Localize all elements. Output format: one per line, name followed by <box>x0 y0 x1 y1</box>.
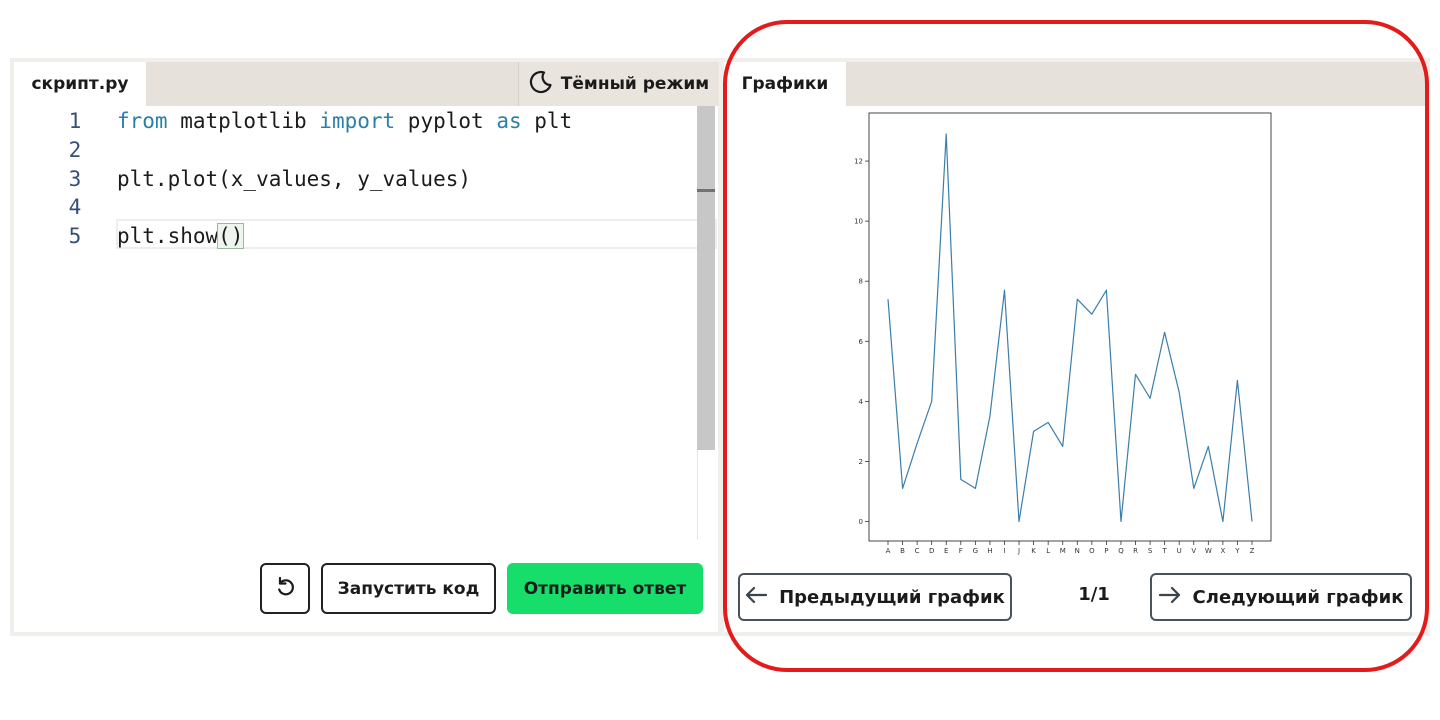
x-tick-label: P <box>1104 547 1108 555</box>
code-keyword: as <box>496 108 522 133</box>
x-tick-label: N <box>1075 547 1080 555</box>
line-number: 3 <box>68 166 82 191</box>
code-line[interactable]: 1 from matplotlib import pyplot as plt <box>14 106 698 135</box>
line-chart: 0 2 4 6 8 10 12 A B C D E F G H I J K L M N O P Q R S T U V W X Y Z <box>854 112 1272 555</box>
code-text: from matplotlib import pyplot as plt <box>117 109 572 133</box>
dark-mode-label: Тёмный режим <box>560 74 710 94</box>
x-tick-label: V <box>1191 547 1196 555</box>
dark-mode-toggle[interactable]: Тёмный режим <box>518 62 719 106</box>
graph-counter: 1/1 <box>1078 584 1110 605</box>
x-tick-label: H <box>987 547 992 555</box>
line-number: 2 <box>68 137 82 162</box>
next-graph-button[interactable]: Следующий график <box>1150 573 1412 621</box>
x-tick-label: Z <box>1250 547 1255 555</box>
tab-script-file[interactable]: скрипт.ру <box>14 62 146 106</box>
previous-graph-label: Предыдущий график <box>779 586 1005 608</box>
y-tick-label: 4 <box>859 398 864 406</box>
reset-code-button[interactable] <box>260 563 310 614</box>
y-tick-label: 2 <box>859 458 863 466</box>
arrow-right-icon <box>1158 586 1181 609</box>
arrow-left-icon <box>745 586 768 609</box>
code-token: plt.show <box>117 223 219 248</box>
x-tick-label: G <box>973 547 978 555</box>
x-tick-label: T <box>1161 547 1167 555</box>
y-tick-label: 10 <box>854 218 863 226</box>
x-tick-label: O <box>1089 547 1095 555</box>
next-graph-label: Следующий график <box>1192 586 1404 608</box>
editor-scrollbar-thumb[interactable] <box>697 106 715 450</box>
editor-divider <box>697 450 698 540</box>
code-line[interactable]: 3 plt.plot(x_values, y_values) <box>14 164 698 193</box>
editor-tabbar: скрипт.ру Тёмный режим <box>14 62 719 106</box>
code-token: plt <box>521 108 573 133</box>
x-tick-label: S <box>1148 547 1153 555</box>
code-text: plt.show() <box>117 222 245 249</box>
x-tick-label: K <box>1031 547 1036 555</box>
code-area[interactable]: 1 from matplotlib import pyplot as plt 2 3 p… <box>14 106 717 566</box>
x-tick-label: C <box>915 547 920 555</box>
line-number: 5 <box>68 223 82 248</box>
moon-icon <box>529 70 553 99</box>
x-tick-label: Q <box>1118 547 1124 555</box>
code-line[interactable]: 2 <box>14 135 698 164</box>
line-number: 1 <box>68 108 82 133</box>
undo-icon <box>273 574 297 603</box>
line-number: 4 <box>68 194 82 219</box>
x-tick-label: X <box>1220 547 1225 555</box>
code-keyword: import <box>319 108 396 133</box>
code-line[interactable]: 4 <box>14 192 698 221</box>
tab-graphs[interactable]: Графики <box>724 62 846 106</box>
x-tick-label: J <box>1017 547 1020 555</box>
x-tick-label: Y <box>1234 547 1240 555</box>
x-tick-label: U <box>1177 547 1182 555</box>
graphs-panel: Графики 0 2 4 6 8 10 12 A B C D E F G H I J K L M N O P Q R S T U V W… <box>724 62 1426 632</box>
code-token: matplotlib <box>167 108 320 133</box>
y-tick-label: 0 <box>859 518 863 526</box>
x-tick-label: R <box>1133 547 1138 555</box>
scroll-position-marker <box>697 189 715 192</box>
matched-brackets: () <box>217 222 245 249</box>
x-tick-label: F <box>959 547 963 555</box>
run-code-button[interactable]: Запустить код <box>321 563 496 614</box>
plot-frame <box>868 112 1272 542</box>
x-tick-label: A <box>886 547 891 555</box>
code-line[interactable]: 5 plt.show() <box>14 221 698 250</box>
code-token: pyplot <box>395 108 497 133</box>
x-tick-label: D <box>929 547 934 555</box>
submit-answer-button[interactable]: Отправить ответ <box>507 563 703 614</box>
y-tick-label: 12 <box>854 158 863 166</box>
x-tick-label: B <box>900 547 905 555</box>
x-tick-label: I <box>1003 547 1005 555</box>
code-editor-panel: скрипт.ру Тёмный режим 1 from matplotlib … <box>14 62 719 632</box>
code-keyword: from <box>117 108 168 133</box>
y-tick-label: 6 <box>859 338 864 346</box>
code-text: plt.plot(x_values, y_values) <box>117 167 471 191</box>
previous-graph-button[interactable]: Предыдущий график <box>738 573 1012 621</box>
x-tick-label: L <box>1046 547 1050 555</box>
x-tick-label: E <box>944 547 948 555</box>
graphs-tabbar: Графики <box>724 62 1426 106</box>
x-tick-label: M <box>1060 547 1066 555</box>
y-tick-label: 8 <box>859 278 863 286</box>
x-tick-label: W <box>1205 547 1212 555</box>
code-token: plt.plot(x_values, y_values) <box>117 166 472 191</box>
